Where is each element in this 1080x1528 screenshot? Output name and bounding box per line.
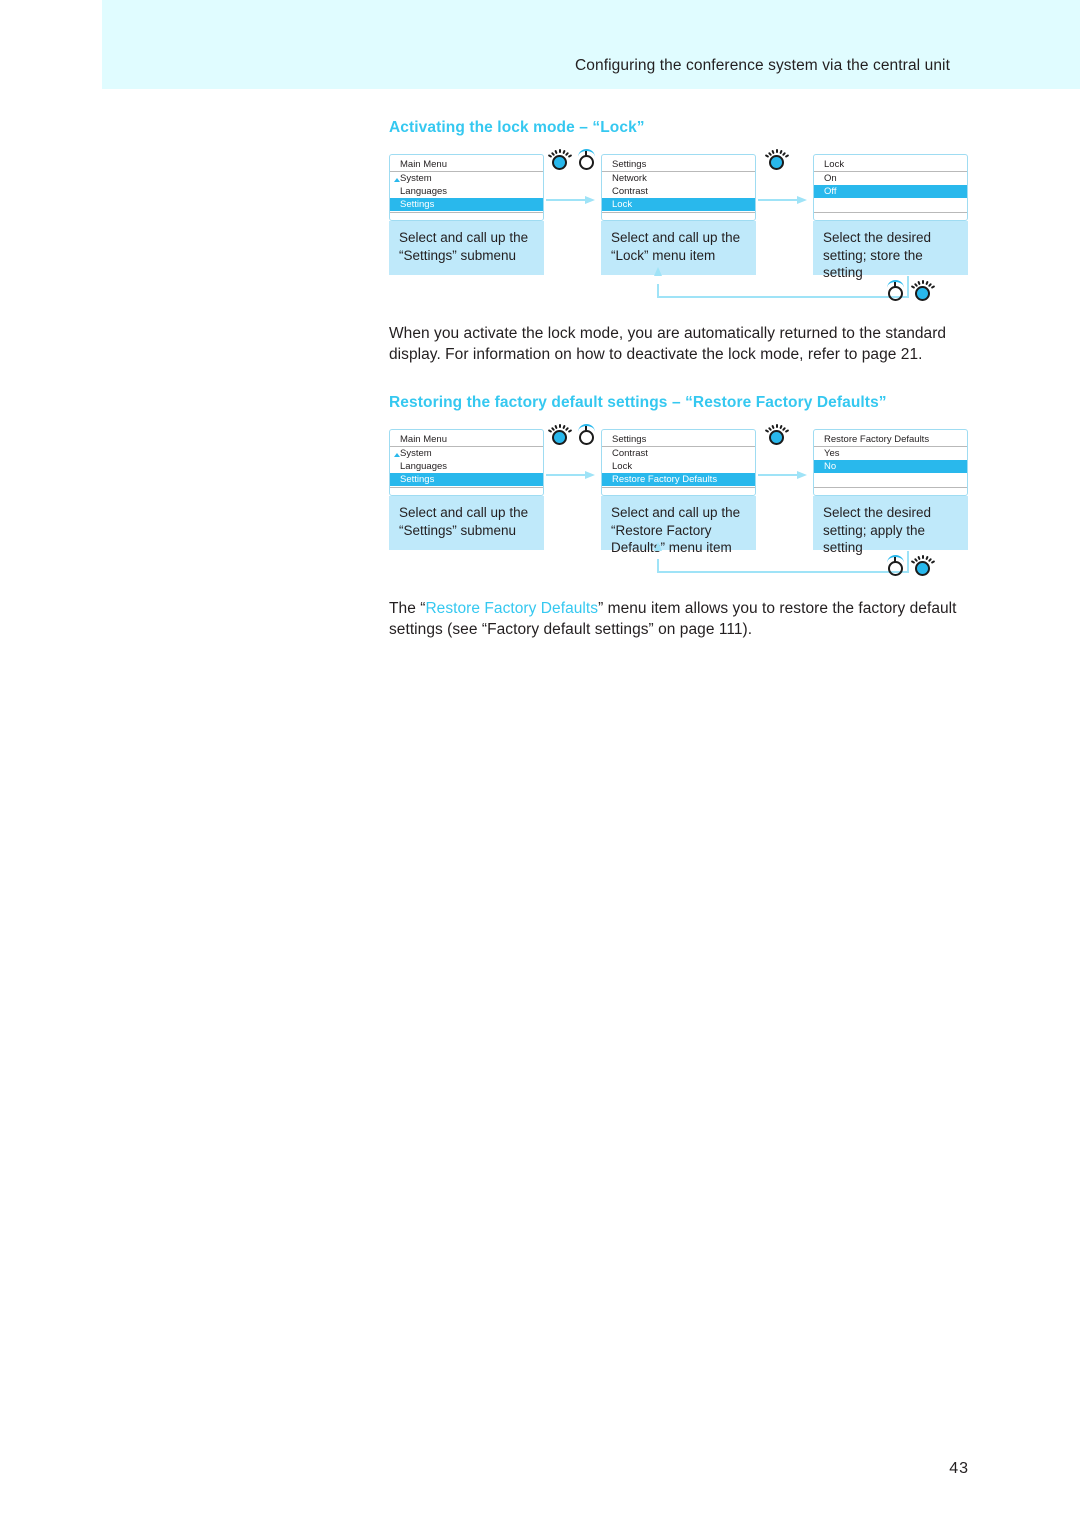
step-caption: Select and call up the “Settings” submen…: [389, 496, 544, 550]
screen-row[interactable]: Contrast: [602, 447, 755, 460]
flow-arrow-right-icon: [758, 471, 810, 480]
flow-step: Settings Contrast Lock Restore Factory D…: [601, 429, 756, 555]
screen-row[interactable]: System: [390, 172, 543, 185]
rotary-knob-rotate-icon: [910, 279, 936, 303]
paragraph-restore-accent: Restore Factory Defaults: [425, 600, 599, 617]
screen-row-selected[interactable]: Settings: [390, 473, 543, 486]
rotary-knob-press-icon: [575, 423, 599, 447]
flow-step: Restore Factory Defaults Yes No Select t…: [813, 429, 968, 555]
screen-footer-rule: [814, 487, 967, 495]
screen-row-selected[interactable]: Lock: [602, 198, 755, 211]
flow-connector: [544, 424, 601, 550]
rotary-knob-rotate-icon: [547, 148, 573, 172]
flow-connector: [756, 149, 813, 275]
screen-footer-rule: [602, 487, 755, 495]
screen-footer-rule: [814, 212, 967, 220]
rotary-knob-rotate-icon: [764, 423, 790, 447]
step-caption: Select the desired setting; apply the se…: [813, 496, 968, 555]
screen-row[interactable]: Contrast: [602, 185, 755, 198]
flow-step: Main Menu System Languages Settings Sele…: [389, 429, 544, 550]
control-hint-group-return: [884, 279, 936, 303]
rotary-knob-press-icon: [884, 554, 908, 578]
paragraph-restore-pre: The “: [389, 600, 426, 617]
flow-return-arrow-icon: [653, 267, 909, 298]
page-content: Activating the lock mode – “Lock” Main M…: [389, 0, 969, 640]
screen-row[interactable]: Yes: [814, 447, 967, 460]
rotary-knob-rotate-icon: [547, 423, 573, 447]
screen-footer-rule: [602, 212, 755, 220]
control-hint-group: [547, 148, 599, 172]
screen-title: Settings: [602, 158, 755, 172]
screen-row[interactable]: Languages: [390, 460, 543, 473]
rotary-knob-rotate-icon: [910, 554, 936, 578]
screen-row[interactable]: On: [814, 172, 967, 185]
flow-diagram-restore: Main Menu System Languages Settings Sele…: [389, 424, 969, 576]
screen-footer-rule: [390, 212, 543, 220]
rotary-knob-press-icon: [575, 148, 599, 172]
paragraph-lock-note: When you activate the lock mode, you are…: [389, 325, 947, 363]
flow-step: Main Menu System Languages Settings Sele…: [389, 154, 544, 275]
device-screen: Main Menu System Languages Settings: [389, 154, 544, 221]
screen-title: Restore Factory Defaults: [814, 433, 967, 447]
screen-title: Main Menu: [390, 433, 543, 447]
paragraph-restore-note: The “Restore Factory Defaults” menu item…: [389, 598, 969, 640]
step-caption: Select and call up the “Lock” menu item: [601, 221, 756, 275]
flow-return-arrow-icon: [653, 542, 909, 573]
device-screen: Restore Factory Defaults Yes No: [813, 429, 968, 496]
screen-row[interactable]: System: [390, 447, 543, 460]
screen-row-selected[interactable]: Restore Factory Defaults: [602, 473, 755, 486]
screen-row-selected[interactable]: Settings: [390, 198, 543, 211]
device-screen: Main Menu System Languages Settings: [389, 429, 544, 496]
page-number: 43: [949, 1460, 969, 1477]
control-hint-group: [764, 423, 790, 447]
flow-arrow-right-icon: [758, 196, 810, 205]
screen-row[interactable]: Languages: [390, 185, 543, 198]
screen-row-selected[interactable]: Off: [814, 185, 967, 198]
screen-title: Main Menu: [390, 158, 543, 172]
step-caption: Select and call up the “Settings” submen…: [389, 221, 544, 275]
control-hint-group: [547, 423, 599, 447]
device-screen: Settings Network Contrast Lock: [601, 154, 756, 221]
control-hint-group: [764, 148, 790, 172]
flow-step: Lock On Off Select the desired setting; …: [813, 154, 968, 280]
flow-connector: [756, 424, 813, 550]
control-hint-group-return: [884, 554, 936, 578]
flow-arrow-right-icon: [546, 471, 598, 480]
step-caption: Select and call up the “Restore Factory …: [601, 496, 756, 555]
screen-row[interactable]: Lock: [602, 460, 755, 473]
screen-title: Settings: [602, 433, 755, 447]
flow-diagram-lock: Main Menu System Languages Settings Sele…: [389, 149, 969, 301]
screen-footer-rule: [390, 487, 543, 495]
flow-step: Settings Network Contrast Lock Select an…: [601, 154, 756, 275]
rotary-knob-rotate-icon: [764, 148, 790, 172]
screen-title: Lock: [814, 158, 967, 172]
flow-connector: [544, 149, 601, 275]
screen-row[interactable]: Network: [602, 172, 755, 185]
rotary-knob-press-icon: [884, 279, 908, 303]
flow-arrow-right-icon: [546, 196, 598, 205]
device-screen: Settings Contrast Lock Restore Factory D…: [601, 429, 756, 496]
screen-row-empty: [814, 198, 967, 211]
device-screen: Lock On Off: [813, 154, 968, 221]
section-heading-lock: Activating the lock mode – “Lock”: [389, 119, 645, 136]
section-heading-restore: Restoring the factory default settings –…: [389, 394, 887, 411]
screen-row-empty: [814, 473, 967, 486]
step-caption: Select the desired setting; store the se…: [813, 221, 968, 280]
screen-row-selected[interactable]: No: [814, 460, 967, 473]
